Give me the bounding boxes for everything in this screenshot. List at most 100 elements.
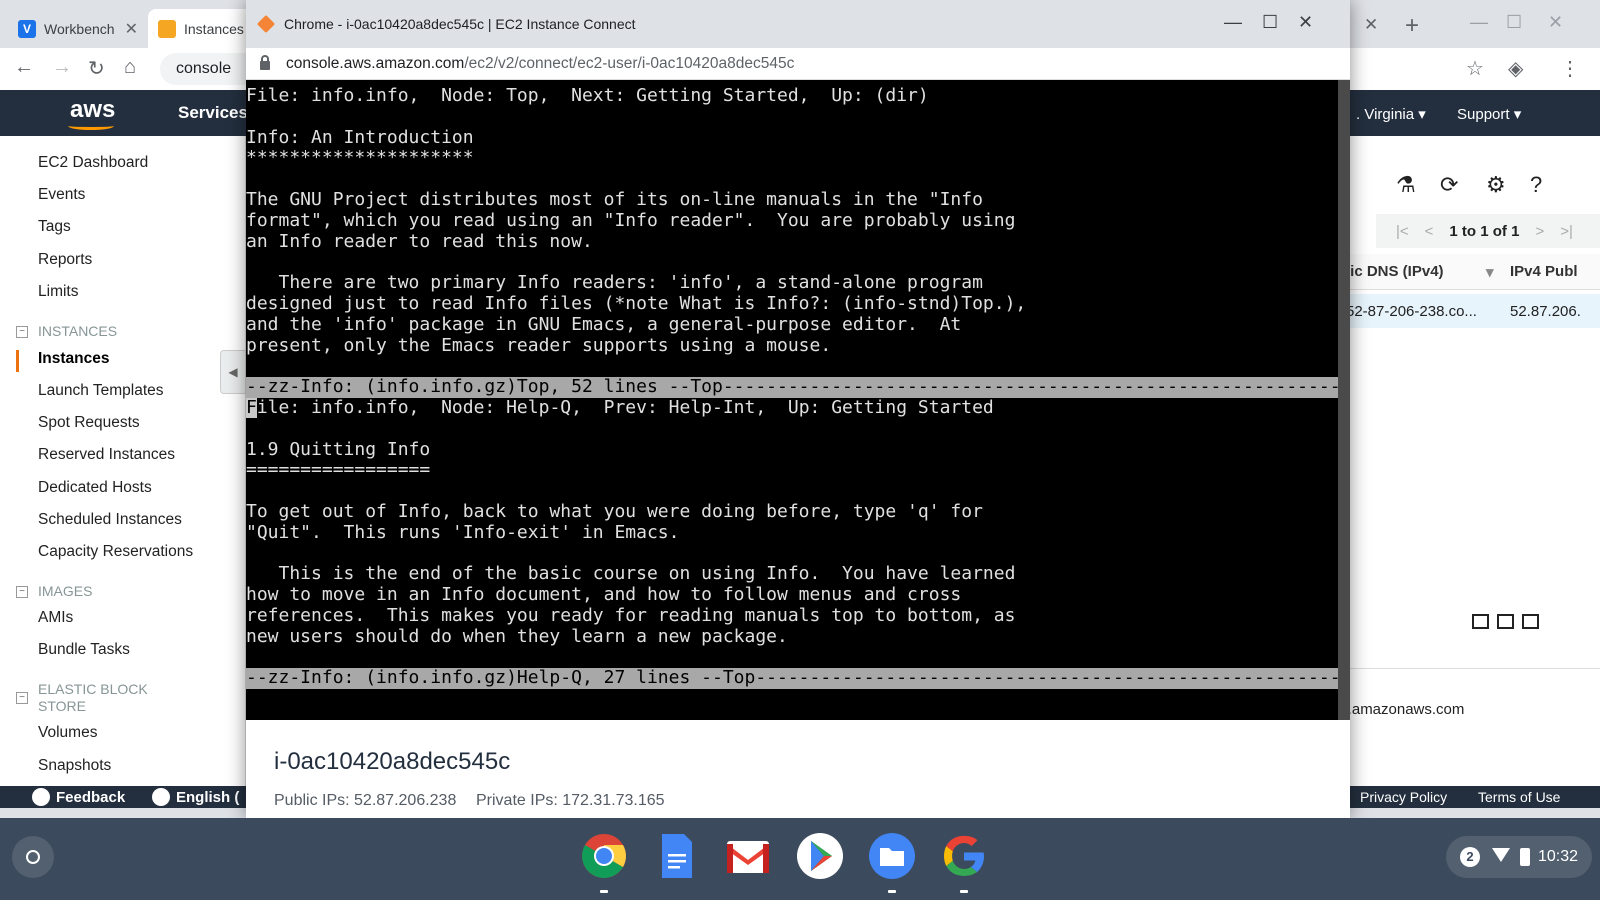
services-menu[interactable]: Services [178,103,248,123]
terminal-line: ================= [246,460,431,481]
new-tab-icon[interactable]: + [1405,12,1419,40]
column-header-ipv4-public[interactable]: IPv4 Publ [1510,263,1578,280]
files-app-icon[interactable] [868,832,916,880]
sidebar-item-instances[interactable]: Instances [38,350,110,368]
sidebar-item-tags[interactable]: Tags [38,218,71,236]
cell-ipv4-public: 52.87.206. [1510,303,1581,320]
home-icon[interactable]: ⌂ [124,56,136,79]
tab-workbench[interactable]: V Workbench ✕ [8,9,148,48]
active-item-indicator [16,350,19,372]
gmail-app-icon[interactable] [724,832,772,880]
terminal-line: present, only the Emacs reader supports … [246,335,832,356]
terminal-line: designed just to read Info files (*note … [246,293,1027,314]
lock-icon [260,55,270,70]
table-row[interactable]: 52-87-206-238.co... 52.87.206. [1346,294,1600,328]
sidebar-item-events[interactable]: Events [38,186,85,204]
aws-logo[interactable]: aws [70,96,115,124]
chrome-app-icon[interactable] [580,832,628,880]
next-page-icon[interactable]: > [1535,223,1544,240]
collapse-section-icon: − [16,326,28,338]
privacy-policy-link[interactable]: Privacy Policy [1360,789,1447,805]
column-header-public-dns[interactable]: lic DNS (IPv4) [1346,263,1444,280]
play-store-app-icon[interactable] [796,832,844,880]
aws-cube-icon [256,14,276,34]
terms-of-use-link[interactable]: Terms of Use [1478,789,1560,805]
close-tab-icon[interactable]: ✕ [125,19,138,39]
terminal-scrollbar[interactable] [1338,80,1350,720]
refresh-icon[interactable]: ⟳ [1440,172,1458,198]
gear-icon[interactable]: ⚙ [1486,172,1506,198]
section-elastic-block-store[interactable]: − ELASTIC BLOCK STORE [16,681,148,715]
battery-icon [1520,848,1530,866]
triangle-left-icon: ◀ [228,365,238,379]
launcher-button[interactable] [12,836,54,878]
flask-icon[interactable]: ⚗ [1396,172,1416,198]
sidebar-item-scheduled-instances[interactable]: Scheduled Instances [38,511,182,529]
reload-icon[interactable]: ↻ [88,56,105,81]
feedback-button[interactable]: Feedback [32,788,125,806]
layout-split-icon[interactable] [1497,614,1514,629]
support-menu[interactable]: Support ▾ [1457,105,1521,123]
sidebar-item-amis[interactable]: AMIs [38,609,73,627]
minimize-icon[interactable]: — [1224,12,1242,33]
chromeos-shelf: 2 10:32 [0,818,1600,900]
collapse-section-icon: − [16,586,28,598]
sidebar-item-snapshots[interactable]: Snapshots [38,757,111,775]
popup-title-bar: Chrome - i-0ac10420a8dec545c | EC2 Insta… [246,0,1350,48]
feedback-icon [32,788,50,806]
sidebar-item-bundle-tasks[interactable]: Bundle Tasks [38,641,130,659]
region-selector[interactable]: . Virginia ▾ [1356,105,1426,123]
terminal-line: To get out of Info, back to what you wer… [246,501,983,522]
close-tab-icon[interactable]: ✕ [1364,15,1378,35]
sidebar-item-reserved-instances[interactable]: Reserved Instances [38,446,175,464]
sidebar-item-capacity-reservations[interactable]: Capacity Reservations [38,543,193,561]
bookmark-star-icon[interactable]: ☆ [1466,56,1484,81]
status-tray[interactable]: 2 10:32 [1446,836,1592,878]
running-indicator [600,890,608,893]
last-page-icon[interactable]: >| [1560,223,1573,240]
section-images[interactable]: − IMAGES [16,583,92,600]
extension-icon[interactable]: ◈ [1508,56,1523,81]
terminal-line: File: info.info, Node: Help-Q, Prev: Hel… [246,397,994,418]
collapse-sidebar-button[interactable]: ◀ [220,350,246,394]
menu-icon[interactable]: ⋮ [1560,56,1580,81]
terminal[interactable]: File: info.info, Node: Top, Next: Gettin… [246,80,1350,720]
sidebar-item-spot-requests[interactable]: Spot Requests [38,414,140,432]
maximize-icon[interactable]: ☐ [1506,12,1522,33]
terminal-status-line: --zz-Info: (info.info.gz)Top, 52 lines -… [246,377,1338,398]
first-page-icon[interactable]: |< [1396,223,1409,240]
sidebar-item-volumes[interactable]: Volumes [38,724,97,742]
popup-url-bar[interactable]: console.aws.amazon.com/ec2/v2/connect/ec… [246,48,1350,80]
public-ips: Public IPs: 52.87.206.238 [274,792,457,809]
terminal-line: "Quit". This runs 'Info-exit' in Emacs. [246,522,680,543]
layout-top-icon[interactable] [1522,614,1539,629]
sidebar-item-reports[interactable]: Reports [38,251,92,269]
docs-app-icon[interactable] [652,832,700,880]
help-icon[interactable]: ? [1530,172,1542,198]
close-window-icon[interactable]: ✕ [1298,12,1313,33]
workbench-favicon-icon: V [18,19,36,38]
terminal-line: File: info.info, Node: Top, Next: Gettin… [246,86,929,106]
sidebar-item-launch-templates[interactable]: Launch Templates [38,382,164,400]
pagination: |< < 1 to 1 of 1 > >| [1376,214,1600,248]
sidebar-item-dedicated-hosts[interactable]: Dedicated Hosts [38,479,152,497]
maximize-icon[interactable]: ☐ [1262,12,1278,33]
terminal-output: File: info.info, Node: Top, Next: Gettin… [246,86,1338,690]
minimize-icon[interactable]: — [1470,12,1488,33]
google-app-icon[interactable] [940,832,988,880]
close-window-icon[interactable]: ✕ [1548,12,1563,33]
running-indicator [888,890,896,893]
prev-page-icon[interactable]: < [1425,223,1434,240]
section-instances[interactable]: − INSTANCES [16,323,117,340]
layout-bottom-icon[interactable] [1472,614,1489,629]
forward-icon[interactable]: → [52,56,72,79]
language-selector[interactable]: English ( [152,788,239,806]
sidebar-item-ec2-dashboard[interactable]: EC2 Dashboard [38,154,148,172]
sort-icon[interactable]: ▾ [1486,263,1494,281]
sidebar-item-limits[interactable]: Limits [38,283,78,301]
back-icon[interactable]: ← [14,56,34,79]
